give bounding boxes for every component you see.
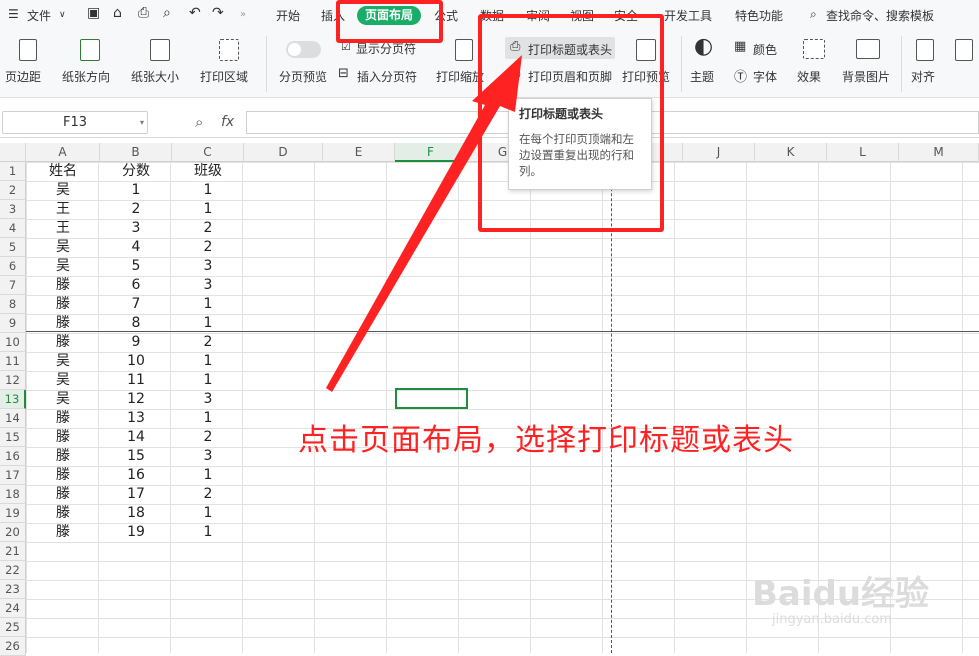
watermark-logo: Baidu经验 bbox=[752, 574, 930, 614]
arrow-icon bbox=[326, 55, 522, 392]
watermark-url: jingyan.baidu.com bbox=[772, 612, 892, 627]
annotation-text: 点击页面布局，选择打印标题或表头 bbox=[298, 423, 794, 458]
